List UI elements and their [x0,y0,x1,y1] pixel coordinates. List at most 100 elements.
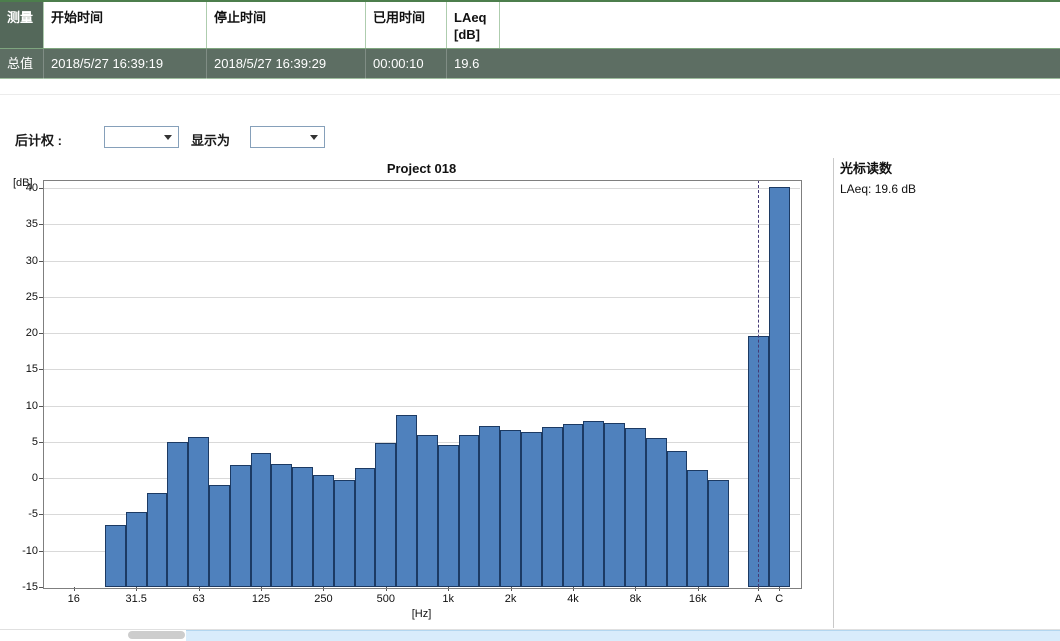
header-start-time: 开始时间 [44,2,207,50]
x-tick-mark [511,587,512,591]
y-tick-label: 15 [10,363,38,375]
table-row-total[interactable]: 总值 2018/5/27 16:39:19 2018/5/27 16:39:29… [0,48,1060,79]
y-tick-mark [39,369,43,370]
row-label: 总值 [0,49,44,80]
chart-bar[interactable] [687,470,708,587]
chart-bar[interactable] [625,428,646,587]
row-laeq-value: 19.6 [447,49,500,80]
y-tick-mark [39,224,43,225]
x-tick-label: 16k [676,593,720,605]
chart-bar[interactable] [479,426,500,587]
gridline [43,369,800,370]
results-table-header: 测量 开始时间 停止时间 已用时间 LAeq [dB] [0,0,1060,48]
chart-bar[interactable] [167,442,188,587]
display-as-dropdown[interactable] [250,126,325,148]
y-tick-label: -10 [10,545,38,557]
chart-bar[interactable] [396,415,417,587]
chart-bar[interactable] [583,421,604,587]
chart-bar[interactable] [417,435,438,587]
x-tick-label: 1k [426,593,470,605]
separator-line [0,94,1060,95]
chart-bar[interactable] [563,424,584,587]
chart-bar[interactable] [292,467,313,587]
chart-cursor-line[interactable] [758,180,759,587]
y-tick-label: -5 [10,508,38,520]
x-axis-unit-label: [Hz] [43,608,800,620]
x-tick-label: 500 [364,593,408,605]
post-weighting-label: 后计权 : [15,130,62,149]
y-tick-label: -15 [10,581,38,593]
gridline [43,224,800,225]
x-tick-mark [323,587,324,591]
gridline [43,406,800,407]
x-tick-label: 63 [177,593,221,605]
x-tick-mark [758,587,759,591]
chart-bar[interactable] [355,468,376,587]
x-tick-label: 16 [52,593,96,605]
x-tick-label: 31.5 [114,593,158,605]
x-tick-mark [386,587,387,591]
y-tick-label: 0 [10,472,38,484]
chart-bar[interactable] [438,445,459,587]
chart-bar[interactable] [542,427,563,587]
x-tick-mark [698,587,699,591]
gridline [43,297,800,298]
chart-bar[interactable] [334,480,355,587]
cursor-readout-value: LAeq: 19.6 dB [840,182,1050,196]
header-measure: 测量 [0,2,44,50]
x-tick-mark [779,587,780,591]
chart-bar[interactable] [646,438,667,587]
chart-bar[interactable] [708,480,729,587]
post-weighting-dropdown[interactable] [104,126,179,148]
y-tick-label: 5 [10,436,38,448]
x-tick-mark [199,587,200,591]
chart-bar[interactable] [521,432,542,587]
gridline [43,261,800,262]
scrollbar-thumb[interactable] [128,631,185,639]
x-tick-mark [74,587,75,591]
chart-bar[interactable] [147,493,168,587]
row-elapsed-time: 00:00:10 [366,49,447,80]
spectrum-chart: Project 018 [dB] [Hz] 4035302520151050-5… [6,158,830,628]
y-tick-mark [39,188,43,189]
chart-bar[interactable] [209,485,230,587]
chart-bar[interactable] [667,451,688,587]
x-tick-mark [136,587,137,591]
chart-bar[interactable] [459,435,480,587]
chart-bar[interactable] [500,430,521,587]
y-tick-mark [39,587,43,588]
x-tick-mark [448,587,449,591]
chart-bar[interactable] [126,512,147,587]
x-tick-mark [573,587,574,591]
y-tick-mark [39,297,43,298]
chart-bar[interactable] [769,187,790,587]
chart-bar[interactable] [230,465,251,587]
y-tick-label: 25 [10,291,38,303]
chart-bar[interactable] [604,423,625,587]
bottom-scroll-strip [0,629,1060,640]
y-tick-label: 35 [10,218,38,230]
chart-bar[interactable] [105,525,126,587]
chart-bar[interactable] [188,437,209,587]
y-tick-label: 20 [10,327,38,339]
gridline [43,333,800,334]
x-tick-label: 250 [301,593,345,605]
panel-divider [833,158,834,628]
x-tick-label: 2k [489,593,533,605]
chart-bar[interactable] [375,443,396,587]
y-tick-mark [39,551,43,552]
y-tick-mark [39,406,43,407]
cursor-readout-panel: 光标读数 LAeq: 19.6 dB [840,158,1050,196]
display-as-label: 显示为 [191,130,230,149]
y-tick-mark [39,442,43,443]
y-tick-mark [39,478,43,479]
chart-bar[interactable] [313,475,334,587]
chart-bar[interactable] [251,453,272,587]
x-tick-label: 125 [239,593,283,605]
y-tick-mark [39,261,43,262]
header-stop-time: 停止时间 [207,2,366,50]
chart-bar[interactable] [271,464,292,587]
scrollbar-track[interactable] [186,630,1060,641]
row-start-time: 2018/5/27 16:39:19 [44,49,207,80]
y-tick-mark [39,333,43,334]
